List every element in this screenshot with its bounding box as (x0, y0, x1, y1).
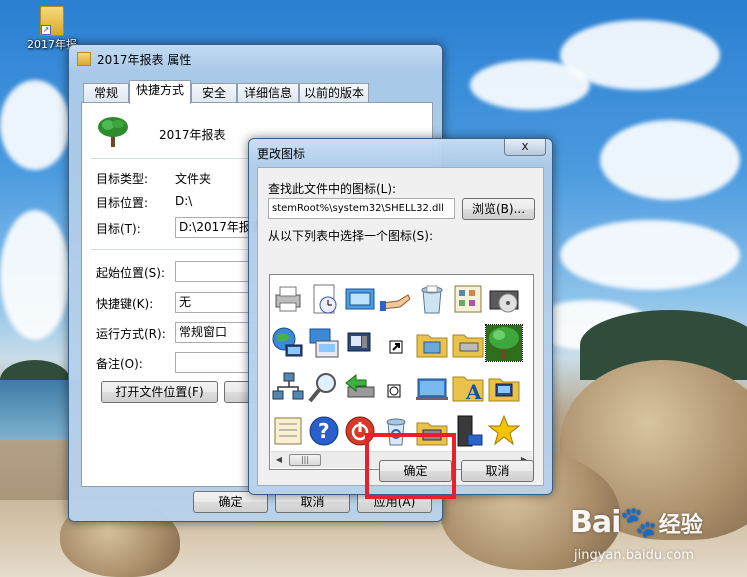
close-button[interactable]: x (504, 139, 546, 156)
recycle-bin-full-icon[interactable] (414, 281, 450, 317)
control-panel-icon[interactable] (450, 281, 486, 317)
select-icon-label: 从以下列表中选择一个图标(S): (268, 229, 434, 243)
open-file-location-button[interactable]: 打开文件位置(F) (101, 381, 218, 403)
target-type-value: 文件夹 (175, 172, 212, 186)
tab-previous-versions[interactable]: 以前的版本 (299, 83, 369, 103)
icon-file-path-input[interactable]: stemRoot%\system32\SHELL32.dll (268, 198, 455, 219)
ok-button-highlight (365, 433, 456, 499)
tree-icon[interactable] (485, 324, 523, 362)
cd-drive-icon[interactable] (486, 281, 522, 317)
start-in-label: 起始位置(S): (96, 266, 166, 280)
tree-icon (98, 117, 128, 147)
dialog-title: 更改图标 (257, 147, 306, 161)
star-icon[interactable] (486, 413, 522, 449)
scroll-left-icon[interactable]: ◀ (273, 454, 285, 466)
watermark-url: jingyan.baidu.com (574, 548, 694, 563)
svg-text:A: A (465, 380, 482, 404)
globe-network-icon[interactable] (270, 325, 306, 361)
target-location-label: 目标位置: (96, 196, 149, 210)
svg-text:?: ? (318, 419, 330, 443)
help-icon[interactable]: ? (306, 413, 342, 449)
tab-details[interactable]: 详细信息 (237, 83, 299, 103)
folder-tool-icon[interactable] (414, 325, 450, 361)
comment-label: 备注(O): (96, 357, 143, 371)
lock-icon[interactable] (522, 413, 533, 449)
close-icon: x (521, 139, 529, 153)
folder-drive-icon[interactable] (450, 325, 486, 361)
computer-folder-icon[interactable] (486, 369, 522, 405)
screen-tool-icon[interactable] (342, 325, 378, 361)
tab-security[interactable]: 安全 (191, 83, 237, 103)
shortcut-arrow-icon[interactable] (378, 325, 414, 361)
window-title: 2017年报表 属性 (97, 53, 192, 67)
control-list-icon[interactable] (270, 413, 306, 449)
hand-share-icon[interactable] (378, 281, 414, 317)
watermark-suffix: 经验 (658, 513, 703, 538)
target-type-label: 目标类型: (96, 172, 149, 186)
clock-small-icon[interactable] (378, 369, 414, 405)
drive-arrow-icon[interactable] (342, 369, 378, 405)
tab-general[interactable]: 常规 (83, 83, 129, 103)
target-location-value: D:\ (175, 194, 193, 208)
laptop-screen-icon[interactable] (414, 369, 450, 405)
printer-icon[interactable] (270, 281, 306, 317)
run-label: 运行方式(R): (96, 327, 166, 341)
clock-document-icon[interactable] (306, 281, 342, 317)
browse-button[interactable]: 浏览(B)... (462, 198, 535, 220)
folder-partial-icon[interactable] (522, 281, 533, 317)
baidu-watermark: Bai🐾经验 (570, 505, 703, 540)
find-icons-label: 查找此文件中的图标(L): (268, 182, 397, 196)
network-icon[interactable] (270, 369, 306, 405)
watermark-logo: Bai (570, 505, 621, 540)
window-folder-icon (77, 52, 91, 66)
folder-icon: ↗ (40, 6, 64, 36)
hotkey-label: 快捷键(K): (96, 297, 154, 311)
font-folder-icon[interactable]: A (450, 369, 486, 405)
paw-icon: 🐾 (620, 505, 657, 540)
dialog-cancel-button[interactable]: 取消 (461, 460, 534, 482)
workgroup-computers-icon[interactable] (306, 325, 342, 361)
magnifier-icon[interactable] (306, 369, 342, 405)
scroll-thumb[interactable]: ||| (289, 454, 321, 466)
target-label: 目标(T): (96, 222, 141, 236)
tab-shortcut[interactable]: 快捷方式 (129, 80, 191, 104)
folder-partial-icon[interactable] (522, 325, 533, 361)
monitor-window-icon[interactable] (342, 281, 378, 317)
shortcut-name: 2017年报表 (159, 128, 226, 142)
moon-icon[interactable] (522, 369, 533, 405)
